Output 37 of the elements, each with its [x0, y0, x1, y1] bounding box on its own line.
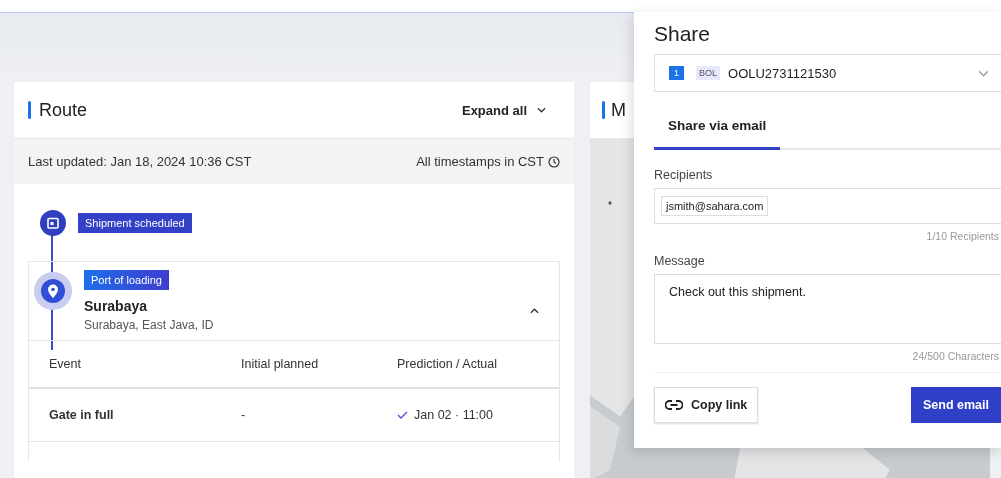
last-updated-text: Last updated: Jan 18, 2024 10:36 CST [28, 154, 252, 169]
share-title: Share [654, 22, 712, 46]
message-count: 24/500 Characters [912, 350, 999, 362]
clock-icon [548, 155, 560, 168]
expand-all-button[interactable]: Expand all [457, 98, 550, 122]
table-cell-text: - [241, 408, 247, 422]
chevron-down-icon [978, 69, 989, 77]
message-label: Message [654, 254, 706, 268]
type-tag: BOL [696, 66, 721, 80]
location-pin-icon [34, 272, 72, 310]
shipment-number: OOLU2731121530 [728, 65, 837, 81]
timezone-note: All timestamps in CST [416, 154, 544, 169]
column-header: Initial planned [241, 357, 320, 371]
recipient-chip[interactable]: jsmith@sahara.com [661, 196, 769, 216]
map-title: M [611, 99, 626, 121]
shipment-select[interactable]: 1 BOL OOLU2731121530 [654, 54, 1001, 92]
share-tab[interactable]: Share via email [654, 104, 781, 150]
recipients-count: 1/10 Recipients [926, 230, 999, 242]
column-header: Event [49, 357, 82, 371]
port-name: Surabaya [84, 298, 149, 314]
table-cell-text: Gate in full [49, 408, 115, 422]
calendar-icon [40, 210, 66, 236]
port-location: Surabaya, East Java, ID [84, 318, 214, 332]
caret-icon[interactable] [530, 308, 539, 314]
count-badge: 1 [669, 66, 684, 80]
send-email-button[interactable]: Send email [911, 387, 1001, 423]
chevron-down-icon [537, 107, 546, 113]
message-field[interactable]: Check out this shipment. [654, 274, 1001, 344]
recipients-label: Recipients [654, 168, 714, 182]
route-title: Route [39, 99, 88, 121]
recipients-field[interactable]: jsmith@sahara.com [654, 188, 1001, 224]
column-header: Prediction / Actual [397, 357, 499, 371]
table-cell: Jan 02 · 11:00 [414, 408, 493, 422]
link-icon [665, 400, 683, 410]
copy-link-button[interactable]: Copy link [654, 387, 759, 423]
status-badge: Shipment scheduled [78, 213, 192, 233]
port-badge: Port of loading [84, 270, 169, 290]
